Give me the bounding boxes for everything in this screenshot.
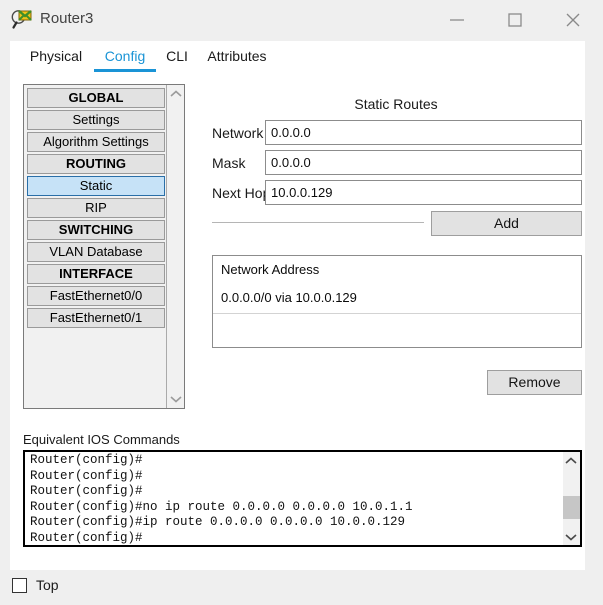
sidebar-item-label: SWITCHING [58,222,134,237]
tab-attributes[interactable]: Attributes [198,41,276,74]
ios-commands-console[interactable]: Router(config)# Router(config)# Router(c… [23,450,582,547]
chevron-up-icon[interactable] [563,452,580,469]
sidebar-item-label: Settings [72,112,120,127]
tab-physical[interactable]: Physical [20,41,92,74]
sidebar-item-global[interactable]: GLOBAL [27,88,165,108]
window-title: Router3 [40,10,94,27]
maximize-icon [508,13,522,27]
tab-cli-label: CLI [166,48,188,64]
ios-commands-text: Router(config)# Router(config)# Router(c… [30,453,413,545]
sidebar-item-label: ROUTING [66,156,126,171]
sidebar-item-algorithm-settings[interactable]: Algorithm Settings [27,132,165,152]
config-sidebar: GLOBAL Settings Algorithm Settings ROUTI… [23,84,185,409]
config-panel: GLOBAL Settings Algorithm Settings ROUTI… [10,74,585,570]
tab-physical-label: Physical [29,48,83,64]
sidebar-item-label: VLAN Database [49,244,143,259]
tab-cli[interactable]: CLI [160,41,194,74]
ios-commands-label: Equivalent IOS Commands [23,432,180,447]
add-button[interactable]: Add [431,211,582,236]
next-hop-input[interactable] [265,180,582,205]
sidebar-item-label: INTERFACE [59,266,133,281]
title-bar: Router3 [0,0,603,41]
sidebar-item-fastethernet0-0[interactable]: FastEthernet0/0 [27,286,165,306]
remove-button[interactable]: Remove [487,370,582,395]
network-label: Network [212,125,264,141]
minimize-button[interactable] [434,0,480,40]
tab-config-label: Config [104,48,146,64]
static-routes-title: Static Routes [354,96,438,112]
sidebar-item-settings[interactable]: Settings [27,110,165,130]
top-checkbox[interactable] [12,578,27,593]
sidebar-item-static[interactable]: Static [27,176,165,196]
sidebar-item-fastethernet0-1[interactable]: FastEthernet0/1 [27,308,165,328]
sidebar-item-label: Algorithm Settings [43,134,149,149]
sidebar-item-rip[interactable]: RIP [27,198,165,218]
mask-input[interactable] [265,150,582,175]
sidebar-item-label: FastEthernet0/1 [49,310,143,325]
sidebar-item-interface[interactable]: INTERFACE [27,264,165,284]
route-list-header: Network Address [221,262,320,277]
sidebar-item-list: GLOBAL Settings Algorithm Settings ROUTI… [27,88,165,330]
tab-bar: Physical Config CLI Attributes [10,41,585,74]
mask-label: Mask [212,155,246,171]
sidebar-item-switching[interactable]: SWITCHING [27,220,165,240]
table-row[interactable]: 0.0.0.0/0 via 10.0.0.129 [213,287,581,313]
sidebar-item-label: GLOBAL [68,90,124,105]
chevron-down-icon[interactable] [563,528,580,545]
scrollbar-thumb[interactable] [563,496,580,519]
sidebar-item-vlan-database[interactable]: VLAN Database [27,242,165,262]
network-input[interactable] [265,120,582,145]
sidebar-item-label: RIP [85,200,107,215]
tab-active-underline [94,69,156,72]
table-row-empty[interactable] [213,313,581,346]
minimize-icon [450,19,464,21]
close-icon [566,13,580,27]
close-button[interactable] [550,0,596,40]
sidebar-item-label: Static [79,178,113,193]
chevron-up-icon[interactable] [167,85,185,103]
ios-console-scrollbar[interactable] [563,452,580,545]
tab-config[interactable]: Config [94,41,156,74]
top-checkbox-label: Top [36,577,59,593]
packet-tracer-icon [11,8,33,30]
route-list[interactable]: Network Address 0.0.0.0/0 via 10.0.0.129 [212,255,582,348]
sidebar-item-routing[interactable]: ROUTING [27,154,165,174]
tab-attributes-label: Attributes [207,48,267,64]
maximize-button[interactable] [492,0,538,40]
next-hop-label: Next Hop [212,185,271,201]
sidebar-item-label: FastEthernet0/0 [49,288,143,303]
sidebar-scrollbar[interactable] [166,85,184,408]
chevron-down-icon[interactable] [167,390,185,408]
form-divider [212,222,424,223]
